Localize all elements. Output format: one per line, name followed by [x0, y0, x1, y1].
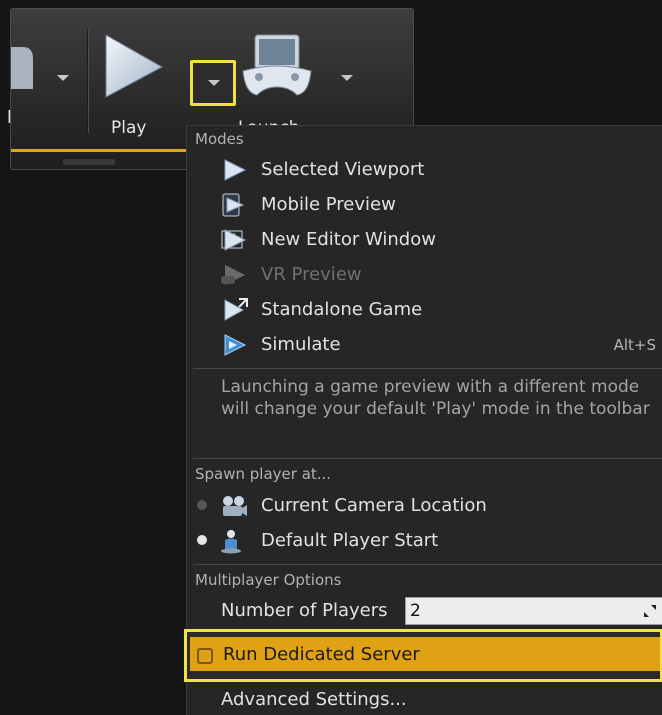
camera-icon [223, 496, 247, 516]
partial-toolbar-button[interactable]: l [7, 9, 51, 139]
number-of-players-value: 2 [410, 601, 421, 621]
menu-item-new-editor-window[interactable]: ✓ New Editor Window [187, 222, 662, 255]
play-icon [224, 159, 247, 181]
mobile-preview-icon [222, 193, 245, 217]
multiplayer-header: Multiplayer Options [195, 571, 342, 589]
spawn-header: Spawn player at... [195, 465, 332, 483]
partial-toolbar-icon [11, 47, 33, 89]
menu-item-label: Mobile Preview [261, 194, 396, 215]
menu-item-label: Current Camera Location [261, 495, 487, 516]
chevron-down-icon[interactable] [57, 75, 69, 81]
simulate-icon [224, 334, 247, 356]
menu-divider [193, 458, 662, 459]
shortcut-text: Alt+S [613, 336, 656, 354]
number-of-players-field[interactable]: 2 [405, 597, 662, 625]
chevron-down-icon[interactable] [341, 75, 353, 81]
player-start-icon [221, 530, 241, 554]
standalone-game-icon [224, 298, 248, 321]
menu-divider [193, 564, 662, 565]
play-options-dropdown[interactable] [190, 60, 236, 106]
radio-button[interactable] [197, 500, 207, 510]
toolbar-scrollbar[interactable] [63, 159, 115, 165]
menu-item-label: Selected Viewport [261, 159, 425, 180]
launch-icon [242, 34, 312, 96]
menu-item-selected-viewport[interactable]: Selected Viewport [187, 152, 662, 185]
menu-item-mobile-preview[interactable]: Mobile Preview [187, 187, 662, 220]
play-icon [105, 34, 164, 98]
mode-change-note: Launching a game preview with a differen… [221, 377, 650, 419]
play-label: Play [111, 118, 147, 138]
menu-item-label: Default Player Start [261, 530, 439, 551]
spawn-option-player-start[interactable]: Default Player Start [187, 523, 662, 556]
number-of-players-label: Number of Players [221, 600, 388, 621]
partial-toolbar-label: l [7, 108, 12, 128]
menu-item-label: VR Preview [261, 264, 362, 285]
run-dedicated-server-option[interactable]: Run Dedicated Server [184, 629, 662, 682]
menu-item-vr-preview: VR Preview [187, 257, 662, 290]
play-button[interactable]: Play [93, 19, 173, 138]
modes-header: Modes [195, 130, 244, 148]
chevron-down-icon [208, 80, 220, 86]
menu-item-label: Simulate [261, 334, 341, 355]
spin-arrows-icon[interactable] [643, 603, 657, 619]
dedicated-server-checkbox[interactable] [197, 648, 213, 664]
dedicated-server-label: Run Dedicated Server [223, 644, 420, 665]
advanced-settings-item[interactable]: Advanced Settings... [221, 689, 407, 710]
menu-divider [193, 368, 662, 369]
menu-item-standalone-game[interactable]: Standalone Game [187, 292, 662, 325]
menu-item-label: Standalone Game [261, 299, 423, 320]
menu-item-simulate[interactable]: Simulate Alt+S [187, 327, 662, 360]
play-options-menu: Modes Selected Viewport Mobile Preview ✓… [184, 125, 662, 715]
menu-item-label: New Editor Window [261, 229, 436, 250]
vr-preview-icon [221, 265, 245, 285]
spawn-option-camera[interactable]: Current Camera Location [187, 488, 662, 521]
new-window-play-icon [221, 229, 247, 251]
launch-button[interactable]: Launch [233, 19, 319, 138]
radio-button-selected[interactable] [197, 535, 207, 545]
